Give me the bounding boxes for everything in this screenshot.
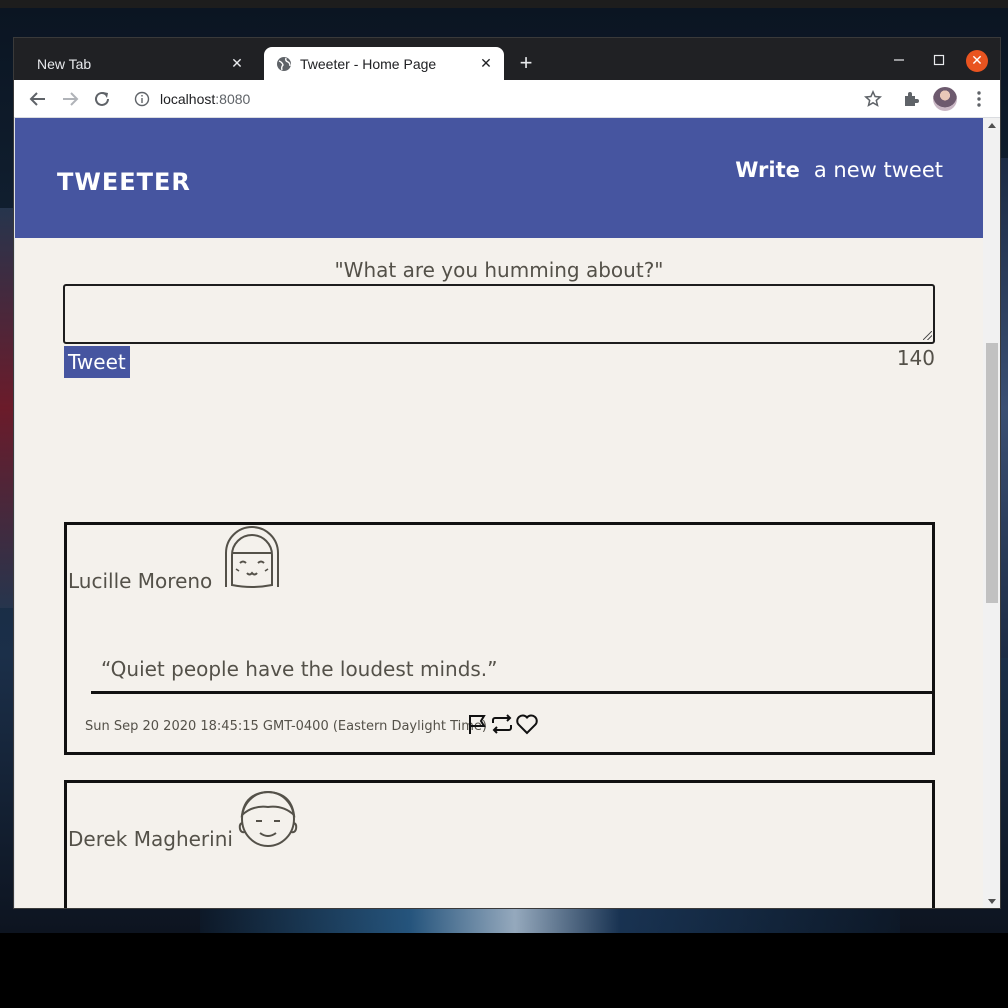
url-port: :8080 xyxy=(215,91,251,107)
heart-icon[interactable] xyxy=(515,712,539,736)
reload-icon[interactable] xyxy=(89,86,115,112)
window-close-icon[interactable]: ✕ xyxy=(966,50,988,72)
tab-label: Tweeter - Home Page xyxy=(300,55,437,72)
tab-tweeter-home[interactable]: Tweeter - Home Page ✕ xyxy=(264,47,504,80)
tweet-card: Lucille Moreno “Quiet people have the lo… xyxy=(64,522,935,755)
resize-handle[interactable] xyxy=(923,331,932,340)
address-bar[interactable]: localhost:8080 xyxy=(124,84,884,114)
compose-prompt: "What are you humming about?" xyxy=(334,258,664,282)
tab-new-tab[interactable]: New Tab ✕ xyxy=(15,47,255,80)
back-arrow-icon[interactable] xyxy=(25,86,51,112)
extensions-puzzle-icon[interactable] xyxy=(900,88,922,110)
write-label: Write xyxy=(735,158,800,182)
tweet-content: “Quiet people have the loudest minds.” xyxy=(101,657,498,681)
kebab-menu-icon[interactable] xyxy=(968,88,990,110)
write-rest-label: a new tweet xyxy=(813,158,943,182)
globe-icon xyxy=(276,56,292,72)
tweet-textarea[interactable] xyxy=(63,284,935,344)
browser-toolbar: localhost:8080 xyxy=(14,80,1000,118)
smiling-boy-avatar-icon xyxy=(237,783,299,849)
browser-window: New Tab ✕ Tweeter - Home Page ✕ + ✕ loca… xyxy=(13,37,1001,909)
info-icon[interactable] xyxy=(134,91,150,107)
retweet-icon[interactable] xyxy=(490,712,514,736)
maximize-icon[interactable] xyxy=(927,48,951,72)
new-tab-button[interactable]: + xyxy=(514,52,538,76)
char-counter: 140 xyxy=(896,346,935,370)
desktop-bottom-area xyxy=(0,933,1008,1008)
desktop-wallpaper-glow xyxy=(200,908,900,933)
flag-icon[interactable] xyxy=(465,712,489,736)
page-scrollbar[interactable] xyxy=(983,118,1000,908)
smiling-girl-avatar-icon xyxy=(222,525,282,591)
tweet-divider xyxy=(91,691,934,694)
site-header: TWEETER Write a new tweet xyxy=(15,118,983,238)
write-new-tweet-link[interactable]: Write a new tweet xyxy=(735,158,943,182)
tab-label: New Tab xyxy=(37,55,92,72)
scrollbar-thumb[interactable] xyxy=(986,343,998,603)
tweet-actions xyxy=(465,712,539,736)
profile-avatar[interactable] xyxy=(933,87,957,111)
minimize-icon[interactable] xyxy=(887,48,911,72)
tweet-timestamp: Sun Sep 20 2020 18:45:15 GMT-0400 (Easte… xyxy=(85,719,487,734)
close-icon[interactable]: ✕ xyxy=(229,55,245,71)
tab-strip: New Tab ✕ Tweeter - Home Page ✕ + ✕ xyxy=(14,38,1000,80)
tweet-button[interactable]: Tweet xyxy=(64,346,130,378)
tweet-author: Derek Magherini xyxy=(68,827,233,851)
scroll-up-arrow-icon[interactable] xyxy=(988,123,996,128)
desktop-top-bar xyxy=(0,0,1008,8)
scroll-down-arrow-icon[interactable] xyxy=(988,899,996,904)
url-host: localhost xyxy=(160,91,216,107)
close-icon[interactable]: ✕ xyxy=(478,55,494,71)
tweet-author: Lucille Moreno xyxy=(68,569,213,593)
forward-arrow-icon[interactable] xyxy=(57,86,83,112)
url-text: localhost:8080 xyxy=(160,91,250,107)
tweet-card: Derek Magherini xyxy=(64,780,935,908)
site-brand[interactable]: TWEETER xyxy=(57,168,191,196)
bookmark-star-icon[interactable] xyxy=(862,88,884,110)
page-viewport: TWEETER Write a new tweet "What are you … xyxy=(15,118,983,908)
